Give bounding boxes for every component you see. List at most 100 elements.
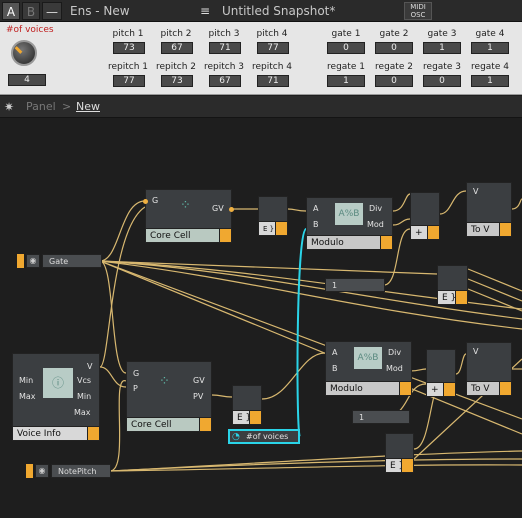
repitch-1-label: repitch 1 [107,62,149,72]
repitch-3-label: repitch 3 [203,62,245,72]
pitch-3-value[interactable]: 71 [209,42,241,54]
tov-2-edit-icon[interactable] [499,382,511,395]
core-cell-1-edit-icon[interactable] [219,229,231,242]
notepitch-control[interactable]: ◉ NotePitch [26,464,112,478]
gate-3-value[interactable]: 1 [423,42,461,54]
core-cell-1-module[interactable]: G GV ⁘ Core Cell [143,189,234,243]
voice-info-v-label: V [87,362,93,371]
minimize-button[interactable]: — [42,2,62,20]
wire-layer [99,190,522,472]
regate-2-value[interactable]: 0 [375,75,413,87]
menu-icon[interactable]: ≡ [196,2,214,20]
modulo-2-module[interactable]: A B A%B Div Mod Modulo [325,341,412,396]
gate-edit-icon[interactable] [17,254,24,268]
plus-module-1[interactable]: + [410,192,440,240]
core-cell-2-p-label: P [133,384,138,393]
notepitch-edit-icon[interactable] [26,464,33,478]
b-button[interactable]: B [22,2,40,20]
regate-2-label: regate 2 [375,62,413,72]
core-cell-1-gv-port[interactable] [229,207,234,212]
gate-2-value[interactable]: 0 [375,42,413,54]
pitch-4-value[interactable]: 77 [257,42,289,54]
ez-3-edit-icon[interactable] [249,411,261,424]
core-cell-2-edit-icon[interactable] [199,418,211,431]
modulo-1-div-label: Div [369,204,383,213]
osc-label: OSC [410,11,426,19]
voice-info-module[interactable]: Min Max ⓘ V Vcs Min Max Voice Info [12,353,100,441]
plus-module-2[interactable]: + [426,349,456,397]
pitch-1-label: pitch 1 [112,29,144,39]
ensemble-title[interactable]: Ens - New [66,2,192,20]
core-cell-2-title[interactable]: Core Cell [127,417,211,431]
pitch-2-value[interactable]: 67 [161,42,193,54]
midi-osc-indicator[interactable]: MIDI OSC [404,2,432,20]
modulo-2-b-label: B [332,364,338,373]
repitch-3-value[interactable]: 67 [209,75,241,87]
midi-label: MIDI [410,3,426,11]
notepitch-ctrl-icon: ◉ [35,464,49,478]
snapshot-title[interactable]: Untitled Snapshot* [218,2,398,20]
repitch-2-value[interactable]: 73 [161,75,193,87]
constant-1[interactable]: 1 [325,278,385,292]
pitch-1-value[interactable]: 73 [113,42,145,54]
gate-control[interactable]: ◉ Gate [17,254,103,268]
modulo-1-a-label: A [313,204,319,213]
core-cell-1-title[interactable]: Core Cell [146,228,231,242]
core-cell-2-module[interactable]: G P ⁘ GV PV Core Cell [126,361,212,432]
tov-1-title[interactable]: To V [467,222,511,236]
ez-2-edit-icon[interactable] [455,291,467,304]
regate-1-value[interactable]: 1 [327,75,365,87]
ez-module-3[interactable]: E } [232,385,262,425]
core-cell-1-g-port[interactable] [143,199,148,204]
ez-module-2[interactable]: E } [437,265,468,305]
repitch-1-value[interactable]: 77 [113,75,145,87]
gate-4-value[interactable]: 1 [471,42,509,54]
tov-2-title[interactable]: To V [467,381,511,395]
ez-module-4[interactable]: E } [385,433,414,473]
voices-control-selected[interactable]: ◔ #of voices [228,429,300,444]
repitch-4-value[interactable]: 71 [257,75,289,87]
ez-1-text: E } [263,225,275,233]
modulo-1-title[interactable]: Modulo [307,235,392,249]
tov-1-edit-icon[interactable] [499,223,511,236]
core-cell-1-g-label: G [152,196,159,205]
voices-value[interactable]: 4 [8,74,46,86]
structure-icon[interactable]: ✷ [4,96,14,118]
ez-1-edit-icon[interactable] [275,222,287,235]
gate-2-label: gate 2 [379,29,409,39]
voices-knob[interactable] [11,40,37,66]
modulo-2-title[interactable]: Modulo [326,381,411,395]
constant-2[interactable]: 1 [352,410,410,424]
voice-info-min-in-label: Min [19,376,34,385]
modulo-1-b-label: B [313,220,319,229]
modulo-2-mod-label: Mod [386,364,403,373]
modulo-2-edit-icon[interactable] [399,382,411,395]
modulo-1-edit-icon[interactable] [380,236,392,249]
plus-1-edit-icon[interactable] [427,226,439,239]
core-cell-2-title-text: Core Cell [131,420,172,430]
voices-knob-label: #of voices [6,25,54,35]
tov-2-module[interactable]: V To V [466,342,512,396]
structure-canvas[interactable]: G GV ⁘ Core Cell E } A B A%B Div Mod Mod… [0,119,522,518]
voices-ctrl-icon: ◔ [232,432,240,442]
voice-info-title[interactable]: Voice Info [13,426,99,440]
regate-4-value[interactable]: 1 [471,75,509,87]
voices-ctrl-label: #of voices [246,432,289,441]
modulo-2-icon: A%B [354,347,382,369]
voice-info-max-in-label: Max [19,392,36,401]
regate-3-value[interactable]: 0 [423,75,461,87]
gate-1-value[interactable]: 0 [327,42,365,54]
ez-4-edit-icon[interactable] [401,459,413,472]
breadcrumb: ✷ Panel > New [0,96,522,118]
ez-module-1[interactable]: E } [258,196,288,236]
tov-1-module[interactable]: V To V [466,182,512,237]
breadcrumb-panel[interactable]: Panel [26,96,56,118]
core-cell-2-pv-label: PV [193,392,204,401]
plus-2-edit-icon[interactable] [443,383,455,396]
plus-1-title: + [411,225,439,239]
voice-info-edit-icon[interactable] [87,427,99,440]
modulo-1-module[interactable]: A B A%B Div Mod Modulo [306,197,393,250]
a-button[interactable]: A [2,2,20,20]
plus-2-text: + [431,385,439,395]
breadcrumb-current[interactable]: New [76,96,100,118]
